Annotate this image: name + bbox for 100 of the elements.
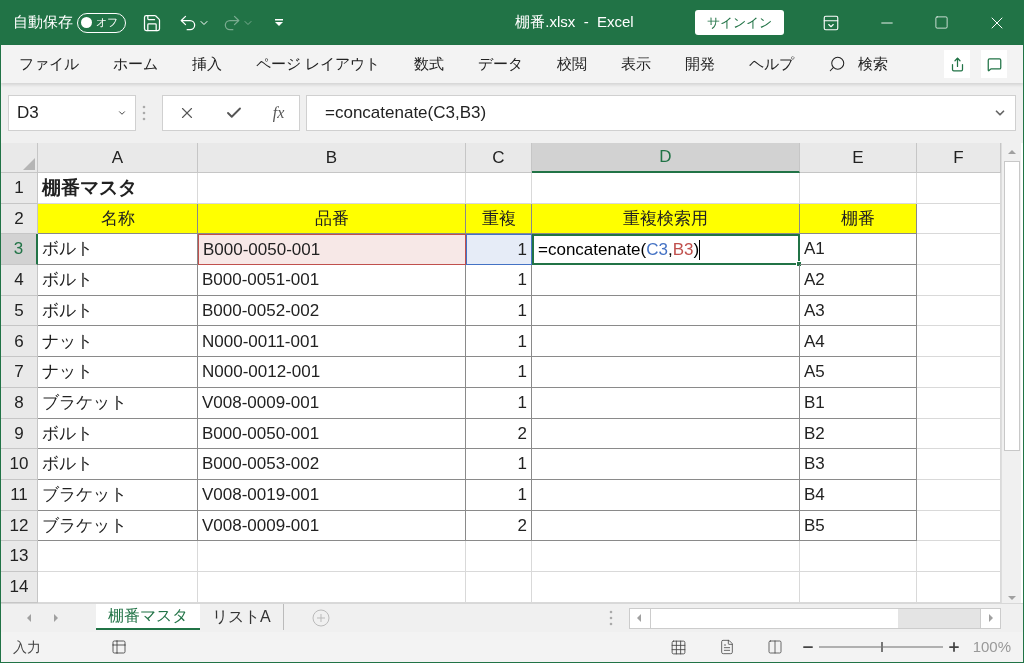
macro-record-icon[interactable] [111,639,127,655]
table-cell[interactable]: B000-0051-001 [198,265,466,296]
normal-view-icon[interactable] [669,638,687,656]
table-cell[interactable]: B1 [800,387,917,419]
formula-input[interactable]: =concatenate(C3,B3) [306,95,1016,131]
column-header[interactable]: D [532,143,800,173]
row-header[interactable]: 13 [1,541,38,572]
empty-cell[interactable] [532,418,800,450]
table-cell[interactable]: ボルト [38,449,198,480]
table-cell[interactable]: A1 [800,234,917,266]
column-header[interactable]: A [38,143,198,173]
search-button[interactable]: 検索 [858,52,889,76]
table-cell[interactable]: N000-0012-001 [198,357,466,388]
table-cell[interactable]: B3 [800,449,917,480]
table-cell[interactable]: 1 [466,295,532,327]
ribbon-tab[interactable]: ページ レイアウト [256,52,381,76]
share-icon[interactable] [949,56,965,72]
empty-cell[interactable] [532,479,800,511]
table-cell[interactable]: ボルト [38,265,198,296]
comments-button[interactable] [981,50,1007,78]
scroll-thumb[interactable] [1003,161,1020,451]
editing-cell[interactable]: =concatenate(C3,B3) [532,234,800,266]
save-icon[interactable] [142,12,162,33]
share-button[interactable] [944,50,970,78]
header-cell[interactable]: 名称 [38,203,198,235]
drag-handle-icon[interactable] [142,105,146,121]
table-cell[interactable]: 1 [466,326,532,358]
header-cell[interactable]: 重複検索用 [532,203,800,235]
comment-icon[interactable] [986,56,1002,72]
row-header[interactable]: 8 [1,387,38,419]
row-header[interactable]: 12 [1,510,38,542]
table-cell[interactable]: B000-0052-002 [198,295,466,327]
table-cell[interactable]: 1 [466,234,532,266]
scroll-up-icon[interactable] [1006,147,1017,157]
row-header[interactable]: 7 [1,357,38,388]
empty-cell[interactable] [532,387,800,419]
table-cell[interactable]: ナット [38,357,198,388]
table-cell[interactable]: B000-0050-001 [198,234,466,266]
row-header[interactable]: 4 [1,265,38,296]
table-cell[interactable]: A3 [800,295,917,327]
fill-handle[interactable] [796,261,802,268]
row-header[interactable]: 14 [1,571,38,603]
table-cell[interactable]: ボルト [38,234,198,266]
row-header[interactable]: 9 [1,418,38,450]
table-cell[interactable]: B4 [800,479,917,511]
ribbon-tab[interactable]: 数式 [414,52,445,76]
insert-function-button[interactable]: fx [272,101,285,125]
ribbon-tab[interactable]: ファイル [19,52,79,76]
horizontal-scrollbar[interactable] [629,607,1001,629]
table-cell[interactable]: V008-0009-001 [198,387,466,419]
zoom-slider-thumb[interactable] [880,642,883,652]
drag-handle-icon[interactable] [609,610,613,626]
empty-cell[interactable] [532,357,800,388]
table-cell[interactable]: V008-0009-001 [198,510,466,542]
row-header[interactable]: 5 [1,295,38,327]
maximize-icon[interactable] [934,15,949,30]
table-cell[interactable]: V008-0019-001 [198,479,466,511]
table-cell[interactable]: A2 [800,265,917,296]
ribbon-tab[interactable]: 挿入 [192,52,222,76]
ribbon-tab[interactable]: ホーム [113,52,158,76]
empty-cell[interactable] [532,449,800,480]
table-cell[interactable]: B000-0053-002 [198,449,466,480]
column-header[interactable]: E [800,143,917,173]
page-break-icon[interactable] [766,639,783,655]
sheet-tab[interactable]: 棚番マスタ [96,603,200,630]
vertical-scrollbar[interactable] [1001,143,1021,603]
row-header[interactable]: 2 [1,203,38,235]
empty-cell[interactable] [532,295,800,327]
row-header[interactable]: 10 [1,449,38,480]
table-cell[interactable]: ブラケット [38,510,198,542]
table-cell[interactable]: 1 [466,265,532,296]
ribbon-tab[interactable]: データ [478,52,524,76]
next-sheet-icon[interactable] [51,613,61,623]
signin-button[interactable]: サインイン [695,10,784,35]
name-box[interactable]: D3 [8,95,136,131]
column-header[interactable]: B [198,143,466,173]
header-cell[interactable]: 棚番 [800,203,917,235]
table-cell[interactable]: ブラケット [38,479,198,511]
zoom-in-icon[interactable] [946,640,961,654]
table-cell[interactable]: 2 [466,510,532,542]
table-cell[interactable]: 2 [466,418,532,450]
row-header[interactable]: 3 [1,234,38,266]
ribbon-display-icon[interactable] [822,13,840,32]
scroll-thumb[interactable] [651,608,898,628]
page-layout-icon[interactable] [718,639,735,655]
customize-icon[interactable] [274,17,284,28]
row-header[interactable]: 1 [1,173,38,204]
add-sheet-icon[interactable] [311,609,330,627]
table-cell[interactable]: 1 [466,357,532,388]
table-cell[interactable]: A5 [800,357,917,388]
table-cell[interactable]: N000-0011-001 [198,326,466,358]
table-cell[interactable]: B2 [800,418,917,450]
ribbon-tab[interactable]: 校閲 [557,52,588,76]
table-cell[interactable]: 1 [466,479,532,511]
header-cell[interactable]: 重複 [466,203,532,235]
table-cell[interactable]: A4 [800,326,917,358]
row-header[interactable]: 6 [1,326,38,358]
search-icon[interactable] [828,55,847,73]
header-cell[interactable]: 品番 [198,203,466,235]
table-cell[interactable]: 1 [466,387,532,419]
